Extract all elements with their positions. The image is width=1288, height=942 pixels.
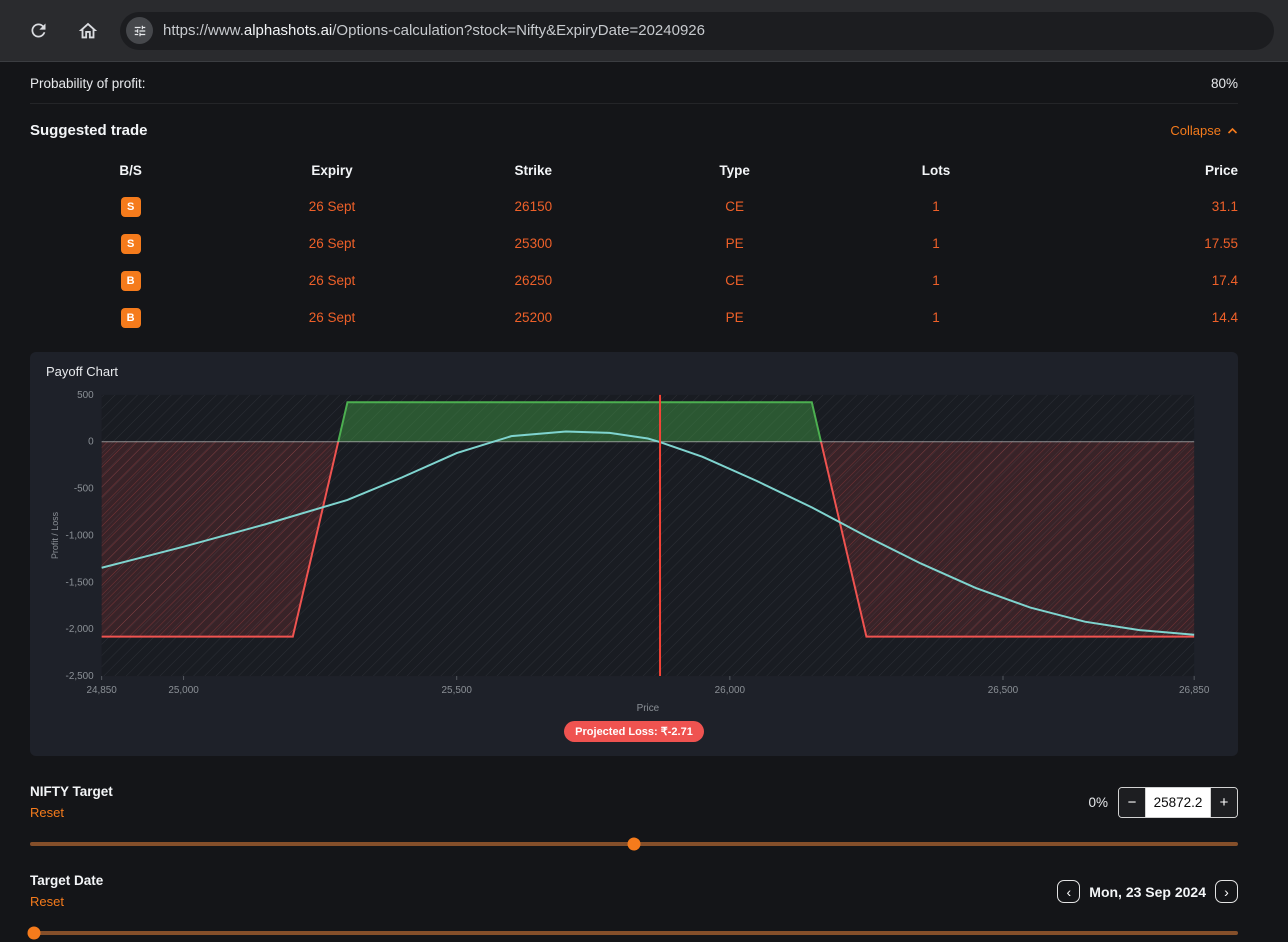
table-row-2-type: CE [725,273,745,288]
target-date-block: Target Date Reset ‹ Mon, 23 Sep 2024 › [30,873,1238,911]
reload-icon [28,20,49,41]
svg-text:500: 500 [77,390,94,401]
sell-badge: S [120,233,141,254]
svg-text:26,850: 26,850 [1179,685,1210,696]
browser-toolbar: https://www.alphashots.ai/Options-calcul… [0,0,1288,62]
url-path: /Options-calculation?stock=Nifty&ExpiryD… [332,22,705,39]
next-date-button[interactable]: › [1215,880,1238,904]
previous-date-button[interactable]: ‹ [1057,880,1081,904]
table-row-1-lots: 1 [932,236,940,251]
table-row-0-expiry: 26 Sept [308,199,356,214]
table-row-1-bs: S [30,225,231,262]
probability-label: Probability of profit: [30,76,146,91]
nifty-target-block: NIFTY Target Reset 0% − 25872.2 + [30,784,1238,822]
table-row-0-strike: 26150 [514,199,553,214]
table-row-2-bs: B [30,262,231,299]
svg-text:26,000: 26,000 [715,685,746,696]
svg-text:-2,500: -2,500 [66,671,95,682]
target-date-reset-link[interactable]: Reset [30,894,64,909]
table-row-0-bs: S [30,188,231,225]
nifty-target-reset-link[interactable]: Reset [30,805,64,820]
site-settings-icon[interactable] [126,17,153,44]
collapse-button[interactable]: Collapse [1170,123,1238,138]
col-header-strike: Strike [514,163,553,178]
col-header-bs: B/S [119,163,142,178]
svg-text:Price: Price [637,703,660,714]
svg-text:24,850: 24,850 [86,685,117,696]
url-scheme: https://www. [163,22,244,39]
svg-text:-1,000: -1,000 [66,530,95,541]
target-date-slider-track[interactable] [30,930,1238,935]
table-row-0-lots: 1 [932,199,940,214]
table-row-1-type: PE [725,236,744,251]
url-bar[interactable]: https://www.alphashots.ai/Options-calcul… [120,11,1274,50]
nifty-target-slider-thumb[interactable] [627,837,641,851]
target-date-slider-thumb[interactable] [27,926,41,940]
chevron-right-icon: › [1224,883,1229,900]
table-row-3-expiry: 26 Sept [308,310,356,325]
payoff-chart-panel: Payoff Chart 24,850 25,000 25,500 26,000 26,… [30,352,1238,756]
nifty-target-label: NIFTY Target [30,783,113,799]
reload-button[interactable] [20,13,56,49]
collapse-label: Collapse [1170,123,1221,138]
url-domain: alphashots.ai [243,22,333,39]
table-row-3-lots: 1 [932,310,940,325]
probability-row: Probability of profit: 80% [30,62,1238,104]
table-row-2-strike: 26250 [514,273,553,288]
svg-text:0: 0 [88,437,94,448]
table-row-1-price: 17.55 [1204,236,1238,251]
target-date-value: Mon, 23 Sep 2024 [1089,883,1206,900]
table-row-2-expiry: 26 Sept [308,273,356,288]
col-header-type: Type [719,163,750,178]
suggested-trade-header: Suggested trade Collapse [30,122,1238,139]
nifty-target-decrement-button[interactable]: − [1119,788,1145,818]
suggested-trade-table: B/S Expiry Strike Type Lots Price S 26 S… [30,157,1238,336]
svg-text:25,500: 25,500 [442,685,473,696]
table-row-0-price: 31.1 [1211,199,1238,214]
target-date-controls: ‹ Mon, 23 Sep 2024 › [1057,880,1238,904]
home-icon [77,20,99,42]
svg-text:-1,500: -1,500 [66,577,95,588]
target-date-label: Target Date [30,872,104,888]
chevron-up-icon [1227,123,1238,138]
table-row-3-price: 14.4 [1211,310,1238,325]
probability-value: 80% [1210,76,1238,91]
col-header-lots: Lots [921,163,951,178]
table-row-2-price: 17.4 [1211,273,1238,288]
svg-text:25,000: 25,000 [168,685,199,696]
target-date-slider[interactable] [27,926,1238,940]
suggested-trade-title: Suggested trade [30,122,148,139]
table-row-1-strike: 25300 [514,236,553,251]
col-header-price: Price [1204,163,1238,178]
nifty-target-increment-button[interactable]: + [1211,788,1237,818]
nifty-target-slider[interactable] [30,837,1238,851]
col-header-expiry: Expiry [311,163,353,178]
table-row-3-type: PE [725,310,744,325]
table-row-1-expiry: 26 Sept [308,236,356,251]
table-row-3-bs: B [30,299,231,336]
svg-text:Profit / Loss: Profit / Loss [50,511,60,559]
nifty-target-percent: 0% [1088,795,1108,811]
table-row-3-strike: 25200 [514,310,553,325]
buy-badge: B [120,270,141,291]
payoff-chart: 24,850 25,000 25,500 26,000 26,500 26,850 500 0… [50,390,1210,714]
home-button[interactable] [70,13,106,49]
chevron-left-icon: ‹ [1066,883,1072,900]
nifty-target-stepper: − 25872.2 + [1118,787,1238,819]
nifty-target-value[interactable]: 25872.2 [1145,788,1211,818]
table-row-0-type: CE [725,199,745,214]
sell-badge: S [120,196,141,217]
url-text: https://www.alphashots.ai/Options-calcul… [163,22,705,39]
buy-badge: B [120,307,141,328]
table-row-2-lots: 1 [932,273,940,288]
svg-text:-2,000: -2,000 [66,624,95,635]
svg-text:26,500: 26,500 [988,685,1019,696]
payoff-chart-title: Payoff Chart [46,364,119,379]
svg-text:-500: -500 [74,484,94,495]
projected-loss-badge: Projected Loss: ₹-2.71 [564,720,704,742]
